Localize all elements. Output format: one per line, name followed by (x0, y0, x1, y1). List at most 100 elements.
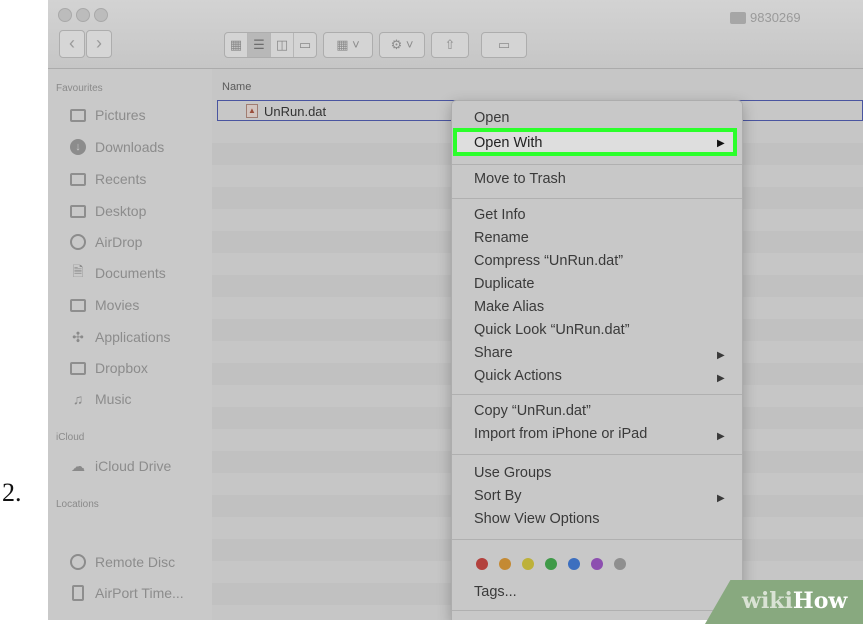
sidebar-item-movies[interactable]: Movies (68, 296, 139, 314)
submenu-arrow-icon: ▶ (717, 431, 725, 442)
menu-item-copy[interactable]: Copy “UnRun.dat” (474, 403, 591, 419)
sidebar-item-label: Movies (95, 297, 140, 313)
list-view-icon[interactable]: ☰ (248, 33, 271, 57)
folder-icon (730, 11, 746, 24)
submenu-arrow-icon: ▶ (717, 373, 725, 384)
desktop-icon (68, 202, 88, 220)
applications-icon: ✣ (72, 328, 84, 345)
sidebar-heading-locations: Locations (56, 499, 99, 510)
airdrop-icon (68, 233, 88, 251)
menu-item-show-view-options[interactable]: Show View Options (474, 511, 599, 527)
airport-icon (68, 584, 88, 602)
menu-item-get-info[interactable]: Get Info (474, 207, 526, 223)
folder-icon (68, 359, 88, 377)
column-view-icon[interactable]: ◫ (271, 33, 294, 57)
share-icon: ⇧ (444, 37, 456, 52)
menu-separator (452, 539, 742, 540)
minimize-window-button[interactable] (76, 8, 90, 22)
cloud-icon: ☁ (71, 457, 85, 474)
film-icon (68, 296, 88, 314)
sidebar-item-recents[interactable]: Recents (68, 170, 146, 188)
back-button[interactable]: ‹ (59, 30, 85, 58)
tag-purple-icon[interactable] (591, 558, 603, 570)
tag-orange-icon[interactable] (499, 558, 511, 570)
file-name: UnRun.dat (264, 104, 327, 119)
chevron-right-icon: › (96, 33, 102, 53)
menu-item-rename[interactable]: Rename (474, 230, 529, 246)
sidebar-item-downloads[interactable]: ↓ Downloads (68, 138, 164, 156)
chevron-left-icon: ‹ (69, 33, 75, 53)
document-icon: 🗎 (72, 263, 84, 279)
music-icon: ♫ (72, 391, 84, 407)
sidebar-item-desktop[interactable]: Desktop (68, 202, 146, 220)
sidebar-item-airdrop[interactable]: AirDrop (68, 233, 142, 251)
menu-item-open-with[interactable]: Open With ▶ (453, 128, 737, 156)
menu-item-open[interactable]: Open (474, 110, 509, 126)
window-title: 9830269 (730, 10, 801, 25)
sidebar-item-remote-disc[interactable]: Remote Disc (68, 553, 175, 571)
view-mode-switcher: ▦ ☰ ◫ ▭ (224, 32, 317, 58)
tag-blue-icon[interactable] (568, 558, 580, 570)
close-window-button[interactable] (58, 8, 72, 22)
menu-item-import[interactable]: Import from iPhone or iPad (474, 426, 647, 442)
menu-item-duplicate[interactable]: Duplicate (474, 276, 534, 292)
sidebar-item-label: Dropbox (95, 360, 148, 376)
camera-icon (68, 106, 88, 124)
context-menu: Open Open With ▶ Move to Trash Get Info … (451, 100, 743, 620)
sidebar-item-dropbox[interactable]: Dropbox (68, 359, 148, 377)
sidebar-item-label: Music (95, 391, 132, 407)
menu-item-share[interactable]: Share (474, 345, 513, 361)
submenu-arrow-icon: ▶ (717, 493, 725, 504)
window-title-text: 9830269 (750, 10, 801, 25)
tag-green-icon[interactable] (545, 558, 557, 570)
sidebar-heading-favourites: Favourites (56, 83, 103, 94)
sidebar-item-label: Recents (95, 171, 147, 187)
tag-icon: ▭ (497, 37, 511, 52)
gear-icon: ⚙ ˅ (390, 37, 414, 52)
menu-item-compress[interactable]: Compress “UnRun.dat” (474, 253, 623, 269)
menu-item-make-alias[interactable]: Make Alias (474, 299, 544, 315)
tag-red-icon[interactable] (476, 558, 488, 570)
sidebar-item-pictures[interactable]: Pictures (68, 106, 146, 124)
menu-item-tags[interactable]: Tags... (474, 584, 517, 600)
menu-item-sort-by[interactable]: Sort By (474, 488, 522, 504)
menu-item-quick-look[interactable]: Quick Look “UnRun.dat” (474, 322, 630, 338)
menu-item-use-groups[interactable]: Use Groups (474, 465, 551, 481)
menu-separator (452, 164, 742, 165)
file-icon: ▲ (246, 104, 258, 118)
sidebar-item-icloud-drive[interactable]: ☁ iCloud Drive (68, 457, 171, 475)
finder-window: ‹ › ▦ ☰ ◫ ▭ ▦ ˅ ⚙ ˅ ⇧ ▭ 9830269 Favourit… (48, 0, 863, 620)
sidebar: Favourites Pictures ↓ Downloads Recents … (48, 69, 212, 620)
tag-gray-icon[interactable] (614, 558, 626, 570)
submenu-arrow-icon: ▶ (717, 138, 725, 149)
tag-yellow-icon[interactable] (522, 558, 534, 570)
menu-item-quick-actions[interactable]: Quick Actions (474, 368, 562, 384)
disc-icon (68, 553, 88, 571)
zoom-window-button[interactable] (94, 8, 108, 22)
column-header-name[interactable]: Name (222, 81, 251, 93)
sidebar-item-label: Desktop (95, 203, 147, 219)
sidebar-item-documents[interactable]: 🗎 Documents (68, 263, 166, 282)
sidebar-item-music[interactable]: ♫ Music (68, 390, 132, 408)
menu-item-label: Open With (474, 135, 543, 151)
group-by-icon: ▦ ˅ (336, 37, 360, 52)
menu-separator (452, 610, 742, 611)
toolbar: ‹ › ▦ ☰ ◫ ▭ ▦ ˅ ⚙ ˅ ⇧ ▭ 9830269 (48, 0, 863, 69)
forward-button[interactable]: › (86, 30, 112, 58)
sidebar-item-label: Applications (95, 329, 171, 345)
sidebar-item-label: AirDrop (95, 234, 143, 250)
sidebar-item-applications[interactable]: ✣ Applications (68, 328, 171, 346)
sidebar-item-label: Documents (95, 265, 166, 281)
sidebar-item-label: Downloads (95, 139, 165, 155)
wikihow-logo: wikiHow (742, 588, 848, 614)
clock-icon (68, 170, 88, 188)
icon-view-icon[interactable]: ▦ (225, 33, 248, 57)
group-by-button[interactable]: ▦ ˅ (323, 32, 373, 58)
gallery-view-icon[interactable]: ▭ (294, 33, 316, 57)
sidebar-item-airport[interactable]: AirPort Time... (68, 584, 184, 602)
share-button[interactable]: ⇧ (431, 32, 469, 58)
submenu-arrow-icon: ▶ (717, 350, 725, 361)
menu-item-move-to-trash[interactable]: Move to Trash (474, 171, 566, 187)
action-button[interactable]: ⚙ ˅ (379, 32, 425, 58)
tags-button[interactable]: ▭ (481, 32, 527, 58)
